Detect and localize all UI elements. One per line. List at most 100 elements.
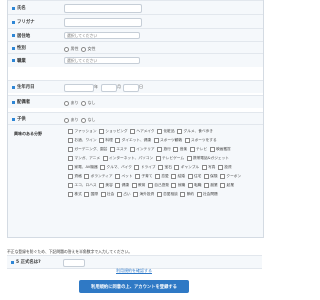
interest-checkbox[interactable]: 社会: [100, 192, 114, 197]
interest-checkbox[interactable]: 副業: [203, 183, 218, 188]
interest-label: 化粧品: [163, 129, 175, 133]
checkbox-box: [84, 174, 90, 179]
furigana-input[interactable]: [64, 18, 142, 27]
checkbox-box: [116, 192, 122, 197]
interest-checkbox[interactable]: 投資: [217, 165, 232, 170]
checkbox-box: [102, 156, 108, 161]
interest-checkbox[interactable]: クルマ、バイク: [100, 165, 132, 170]
checkbox-box: [68, 138, 73, 143]
interest-checkbox[interactable]: 海外投資: [133, 192, 154, 197]
interest-checkbox[interactable]: ファッション: [68, 129, 97, 134]
checkbox-box: [68, 156, 73, 161]
birth-day-input[interactable]: [123, 83, 139, 92]
interest-checkbox[interactable]: スポーツをする: [184, 138, 217, 143]
gender-female-radio[interactable]: 女性: [81, 46, 96, 52]
row-furigana: フリガナ: [8, 14, 263, 29]
interest-checkbox[interactable]: 社会問題: [196, 192, 218, 197]
interest-checkbox[interactable]: 旅行: [157, 147, 171, 152]
interest-checkbox[interactable]: 保険: [203, 174, 218, 179]
checkbox-box: [220, 183, 226, 188]
checkbox-box: [196, 192, 202, 197]
interest-checkbox[interactable]: 携帯電話&ガジェット: [186, 156, 229, 161]
interest-checkbox[interactable]: 占い: [116, 192, 131, 197]
interest-checkbox[interactable]: 教育: [131, 183, 145, 188]
interest-checkbox[interactable]: 美容: [99, 183, 113, 188]
interest-label: クルマ、バイク: [106, 165, 132, 169]
interest-checkbox[interactable]: グルメ、食べ歩き: [177, 129, 213, 134]
interest-checkbox[interactable]: 結婚: [171, 174, 185, 179]
interest-checkbox[interactable]: 恋愛: [154, 174, 169, 179]
interest-label: インテリア: [136, 147, 155, 151]
interest-checkbox[interactable]: 自己啓発: [147, 183, 169, 188]
interest-checkbox[interactable]: お酒、ワイン: [68, 138, 97, 143]
checkbox-box: [186, 156, 192, 161]
interest-checkbox[interactable]: ヘアメイク: [130, 129, 155, 134]
interest-checkbox[interactable]: エステ: [109, 147, 127, 152]
interest-checkbox[interactable]: ギャンブル: [174, 165, 199, 170]
interest-checkbox[interactable]: 化粧品: [157, 129, 175, 134]
checkbox-box: [100, 192, 106, 197]
interest-checkbox[interactable]: ガーデニング、園芸: [68, 147, 107, 152]
marriage-no-radio[interactable]: なし: [81, 100, 96, 106]
checkbox-box: [68, 147, 73, 152]
children-no-radio[interactable]: なし: [81, 117, 96, 123]
children-yes-radio[interactable]: あり: [64, 117, 79, 123]
interest-checkbox[interactable]: エコ、ロハス: [68, 183, 97, 188]
checkbox-box: [189, 147, 195, 152]
interest-checkbox[interactable]: 資格: [68, 174, 82, 179]
interest-label: ガーデニング、園芸: [74, 147, 108, 151]
interest-label: スポーツ観戦: [159, 138, 183, 142]
gender-male-radio[interactable]: 男性: [64, 46, 79, 52]
marriage-yes-radio[interactable]: あり: [64, 100, 79, 106]
interest-checkbox[interactable]: 料理: [99, 138, 113, 143]
interest-checkbox[interactable]: 写真: [201, 165, 215, 170]
interest-checkbox[interactable]: 住宅: [187, 174, 201, 179]
checkbox-box: [115, 174, 121, 179]
interest-label: 自己啓発: [154, 183, 169, 187]
interest-checkbox[interactable]: テレビ: [189, 147, 207, 152]
verification-answer-input[interactable]: [63, 258, 85, 267]
interest-checkbox[interactable]: ダイエット、健康: [115, 138, 151, 143]
interest-checkbox[interactable]: 起業: [220, 183, 234, 188]
checkbox-box: [68, 165, 73, 170]
interest-checkbox[interactable]: 就職: [171, 183, 185, 188]
interest-checkbox[interactable]: ドライブ: [134, 165, 156, 170]
birth-month-input[interactable]: [101, 83, 117, 92]
interest-checkbox[interactable]: スポーツ観戦: [153, 138, 183, 143]
interest-label: 美容: [105, 183, 113, 187]
label-marriage: 配偶者: [17, 100, 31, 105]
interest-checkbox[interactable]: 株式: [68, 192, 82, 197]
interest-checkbox[interactable]: テレビゲーム: [155, 156, 184, 161]
interest-checkbox[interactable]: 転職: [187, 183, 201, 188]
interest-label: ペット: [121, 174, 133, 178]
interest-checkbox[interactable]: インターネット、パソコン: [102, 156, 153, 161]
interest-checkbox[interactable]: 子育て: [135, 174, 152, 179]
interest-checkbox[interactable]: 国際: [84, 192, 98, 197]
checkbox-box: [184, 138, 190, 143]
interest-checkbox[interactable]: クーポン: [220, 174, 241, 179]
residence-select[interactable]: 選択してください: [64, 32, 140, 39]
name-input[interactable]: [64, 4, 142, 13]
interest-checkbox[interactable]: ボランティア: [84, 174, 113, 179]
interest-checkbox[interactable]: 音楽: [173, 147, 187, 152]
row-name: 氏名: [8, 0, 263, 15]
checkbox-box: [115, 138, 121, 143]
terms-link[interactable]: 利用規約を確認する: [0, 268, 268, 274]
interest-checkbox[interactable]: ショッピング: [99, 129, 128, 134]
row-residence: 居住地 選択してください: [8, 28, 263, 42]
checkbox-box: [217, 165, 223, 170]
interest-checkbox[interactable]: 節約: [180, 192, 194, 197]
interest-checkbox[interactable]: 健康: [115, 183, 129, 188]
occupation-select[interactable]: 選択してください: [64, 57, 140, 64]
checkbox-box: [131, 183, 137, 188]
interest-checkbox[interactable]: インテリア: [129, 147, 155, 152]
interest-checkbox[interactable]: 恋愛相談: [156, 192, 178, 197]
birth-year-input[interactable]: [64, 83, 94, 92]
interest-checkbox[interactable]: 宝石: [158, 165, 172, 170]
interest-checkbox[interactable]: マンガ、アニメ: [68, 156, 100, 161]
interest-label: ファッション: [74, 129, 97, 133]
interest-checkbox[interactable]: ペット: [115, 174, 133, 179]
submit-button[interactable]: 利用規約に同意の上、アカウントを登録する: [79, 280, 189, 293]
interest-checkbox[interactable]: 映画鑑賞: [209, 147, 231, 152]
interest-checkbox[interactable]: 家電、AV機器: [68, 165, 98, 170]
